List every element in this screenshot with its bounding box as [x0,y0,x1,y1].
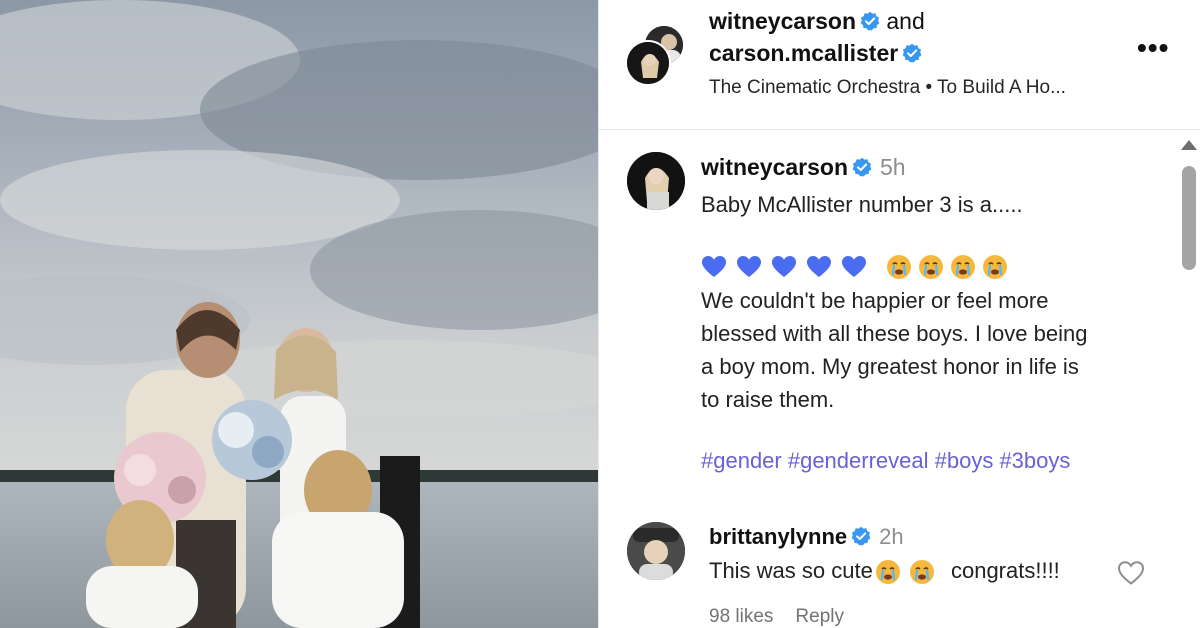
username-link[interactable]: witneycarson [701,154,848,180]
comment-text-part: congrats!!!! [950,558,1060,583]
avatar[interactable] [627,522,685,580]
caption-title-text: Baby McAllister number 3 is a..... [701,192,1023,217]
timestamp: 2h [879,524,904,549]
reply-button[interactable]: Reply [795,606,844,627]
caption-header: witneycarson 5h [701,154,906,181]
crying-face-icon [951,255,976,279]
crying-face-icon [919,255,944,279]
user-avatar-icon [627,42,669,84]
comment-text: This was so cute congrats!!!! [709,558,1060,585]
post-photo [0,0,598,628]
blue-heart-icon [737,256,761,277]
crying-face-icon [983,255,1008,279]
blue-heart-icon [842,256,866,277]
verified-badge-icon [851,526,871,546]
username-link[interactable]: brittanylynne [709,524,847,549]
crying-face-icon [909,560,934,585]
caption-body: We couldn't be happier or feel more bles… [701,284,1171,416]
header-line-2: carson.mcallister [709,40,922,67]
collab-avatars[interactable] [625,24,687,86]
comment-text-part: This was so cute [709,558,873,583]
user-avatar-icon [627,522,685,580]
crying-face-icon [887,255,912,279]
scroll-up-arrow-icon[interactable] [1181,140,1197,150]
crying-face-icon [875,560,900,585]
collab-joiner: and [886,8,925,34]
post-detail-panel: witneycarson and carson.mcallister The C… [598,0,1200,628]
comment-header: brittanylynne 2h [709,524,904,550]
avatar[interactable] [625,40,671,86]
audio-track-link[interactable]: The Cinematic Orchestra • To Build A Ho.… [709,77,1066,99]
verified-badge-icon [852,156,872,177]
hashtags-link[interactable]: #gender #genderreveal #boys #3boys [701,448,1070,474]
avatar[interactable] [627,152,685,210]
caption-body-text: We couldn't be happier or feel more bles… [701,288,1088,412]
verified-badge-icon [860,10,880,31]
verified-badge-icon [902,42,922,63]
emoji-row [701,254,1008,280]
more-options-button[interactable]: ••• [1137,34,1169,62]
scrollbar[interactable] [1177,136,1200,628]
post-header: witneycarson and carson.mcallister The C… [599,0,1200,130]
timestamp: 5h [880,154,906,180]
header-line-1: witneycarson and [709,8,925,35]
comment-meta: 98 likes Reply [709,606,866,628]
username-link[interactable]: carson.mcallister [709,40,898,66]
like-heart-icon[interactable] [1117,560,1145,586]
blue-heart-icon [772,256,796,277]
blue-heart-icon [702,256,726,277]
gender-reveal-photo [0,0,598,628]
caption-title: Baby McAllister number 3 is a..... [701,188,1161,221]
scrollbar-thumb[interactable] [1182,166,1196,270]
username-link[interactable]: witneycarson [709,8,856,34]
blue-heart-icon [807,256,831,277]
likes-count[interactable]: 98 likes [709,606,773,627]
user-avatar-icon [627,152,685,210]
